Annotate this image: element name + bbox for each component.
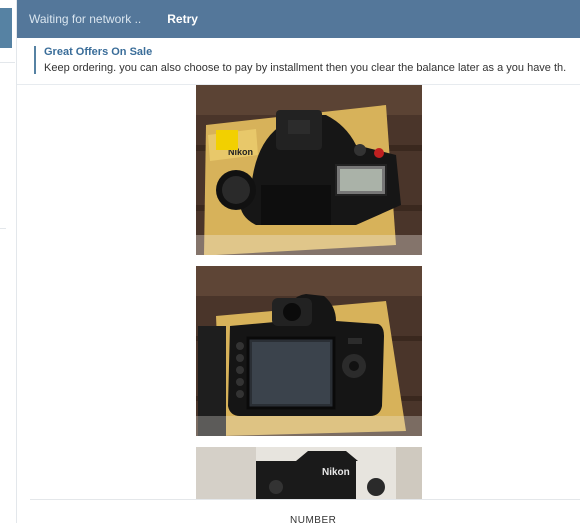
left-panel-header xyxy=(0,8,12,48)
photo-camera-back[interactable] xyxy=(196,266,422,436)
pinned-accent-bar xyxy=(34,46,36,74)
network-status: Waiting for network .. xyxy=(29,12,142,26)
pinned-text: Keep ordering. you can also choose to pa… xyxy=(44,62,567,74)
content-divider xyxy=(30,499,580,500)
camera-brand-text: Nikon xyxy=(322,467,350,478)
bottom-cut-text: NUMBER xyxy=(290,515,337,526)
retry-button[interactable]: Retry xyxy=(167,12,198,26)
photo-camera-top[interactable]: Nikon xyxy=(196,85,422,255)
left-panel-edge xyxy=(0,0,17,523)
left-panel-divider-2 xyxy=(0,228,6,229)
photo-camera-front[interactable]: Nikon xyxy=(196,447,422,499)
pinned-message[interactable]: Great Offers On Sale Keep ordering. you … xyxy=(17,38,580,85)
left-panel-divider xyxy=(0,62,15,63)
pinned-title: Great Offers On Sale xyxy=(44,46,153,58)
chat-header: Waiting for network .. Retry xyxy=(17,0,580,38)
